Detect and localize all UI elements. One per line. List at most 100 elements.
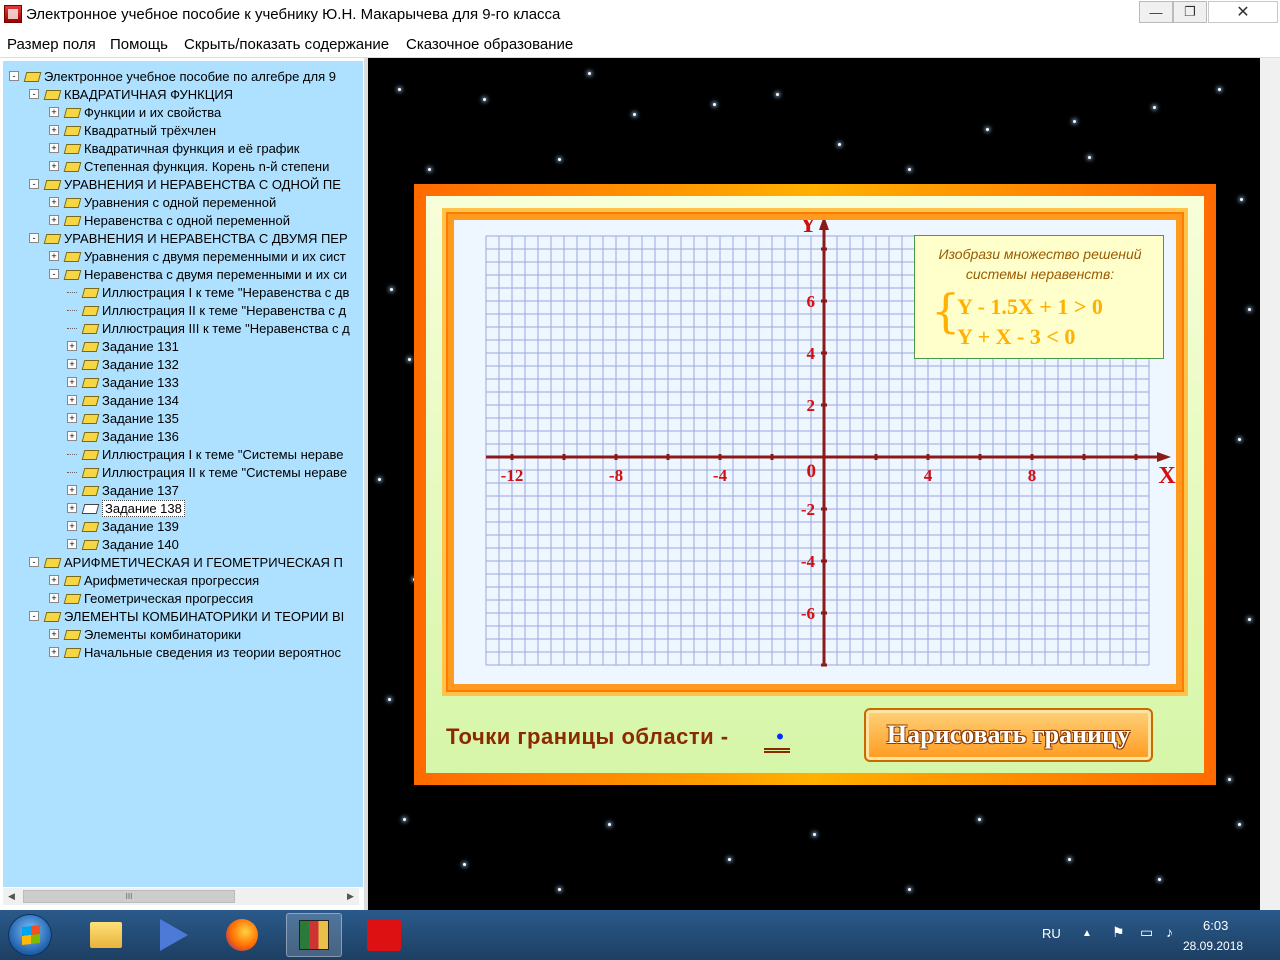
star bbox=[813, 833, 816, 836]
boundary-points-value[interactable]: • bbox=[770, 724, 790, 750]
star bbox=[838, 143, 841, 146]
expand-icon[interactable]: + bbox=[67, 431, 77, 441]
expand-icon[interactable]: + bbox=[67, 521, 77, 531]
collapse-icon[interactable]: - bbox=[29, 557, 39, 567]
expand-icon[interactable]: + bbox=[49, 107, 59, 117]
collapse-icon[interactable]: - bbox=[29, 179, 39, 189]
tree-item[interactable]: + Задание 137 bbox=[67, 481, 179, 499]
tree-item[interactable]: - Электронное учебное пособие по алгебре … bbox=[9, 67, 336, 85]
expand-icon[interactable]: + bbox=[67, 341, 77, 351]
menu-help[interactable]: Помощь bbox=[110, 36, 168, 53]
tree-item[interactable]: + Задание 131 bbox=[67, 337, 179, 355]
tree-item[interactable]: Иллюстрация I к теме "Системы нераве bbox=[67, 445, 343, 463]
app-icon[interactable] bbox=[4, 5, 22, 23]
tree-item[interactable]: + Задание 134 bbox=[67, 391, 179, 409]
clock-date[interactable]: 28.09.2018 bbox=[1183, 939, 1243, 953]
scroll-left-arrow[interactable]: ◀ bbox=[3, 888, 20, 905]
tree-item[interactable]: - УРАВНЕНИЯ И НЕРАВЕНСТВА С ДВУМЯ ПЕР bbox=[29, 229, 348, 247]
taskbar-media-player[interactable] bbox=[146, 913, 202, 957]
tree-item[interactable]: + Задание 138 bbox=[67, 499, 185, 517]
contents-tree[interactable]: - Электронное учебное пособие по алгебре … bbox=[3, 61, 363, 887]
tree-item[interactable]: + Задание 140 bbox=[67, 535, 179, 553]
expand-icon[interactable]: + bbox=[49, 161, 59, 171]
menu-toggle-contents[interactable]: Скрыть/показать содержание bbox=[184, 36, 389, 53]
start-button[interactable] bbox=[8, 914, 52, 956]
expand-icon[interactable]: + bbox=[49, 215, 59, 225]
expand-icon[interactable]: + bbox=[67, 395, 77, 405]
expand-icon[interactable]: + bbox=[49, 575, 59, 585]
books-icon bbox=[299, 920, 329, 950]
tree-item[interactable]: + Неравенства с одной переменной bbox=[49, 211, 290, 229]
tree-item[interactable]: Иллюстрация I к теме "Неравенства с дв bbox=[67, 283, 349, 301]
tree-item[interactable]: + Степенная функция. Корень n-й степени bbox=[49, 157, 329, 175]
tree-item[interactable]: + Квадратичная функция и её график bbox=[49, 139, 299, 157]
collapse-icon[interactable]: - bbox=[29, 89, 39, 99]
menu-field-size[interactable]: Размер поля bbox=[7, 36, 96, 53]
tree-item[interactable]: + Задание 136 bbox=[67, 427, 179, 445]
maximize-button[interactable]: ❐ bbox=[1173, 1, 1207, 23]
close-button[interactable]: ✕ bbox=[1208, 1, 1278, 23]
tree-item[interactable]: + Задание 132 bbox=[67, 355, 179, 373]
tree-item[interactable]: - АРИФМЕТИЧЕСКАЯ И ГЕОМЕТРИЧЕСКАЯ П bbox=[29, 553, 343, 571]
taskbar-firefox[interactable] bbox=[214, 913, 270, 957]
volume-icon[interactable]: ♪ bbox=[1166, 924, 1173, 940]
tree-item[interactable]: + Задание 135 bbox=[67, 409, 179, 427]
tree-item[interactable]: + Квадратный трёхчлен bbox=[49, 121, 216, 139]
network-icon[interactable]: ▭ bbox=[1140, 924, 1153, 941]
flag-icon[interactable]: ⚑ bbox=[1112, 924, 1125, 941]
expand-icon[interactable]: + bbox=[49, 125, 59, 135]
scroll-right-arrow[interactable]: ▶ bbox=[342, 888, 359, 905]
tray-up-arrow-icon[interactable]: ▲ bbox=[1082, 928, 1092, 939]
scroll-thumb[interactable]: III bbox=[23, 890, 235, 903]
clock-time[interactable]: 6:03 bbox=[1203, 918, 1228, 933]
tree-item[interactable]: - УРАВНЕНИЯ И НЕРАВЕНСТВА С ОДНОЙ ПЕ bbox=[29, 175, 341, 193]
taskbar-textbook-app[interactable] bbox=[286, 913, 342, 957]
folder-icon bbox=[90, 922, 122, 948]
tree-item-label: УРАВНЕНИЯ И НЕРАВЕНСТВА С ОДНОЙ ПЕ bbox=[64, 176, 341, 192]
draw-boundary-button[interactable]: Нарисовать границу bbox=[864, 708, 1153, 762]
horizontal-scrollbar[interactable]: ◀ III ▶ bbox=[3, 888, 359, 905]
expand-icon[interactable]: + bbox=[67, 539, 77, 549]
tree-item[interactable]: + Уравнения с двумя переменными и их сист bbox=[49, 247, 346, 265]
expand-icon[interactable]: + bbox=[49, 629, 59, 639]
tree-item[interactable]: + Задание 133 bbox=[67, 373, 179, 391]
language-indicator[interactable]: RU bbox=[1042, 926, 1061, 941]
taskbar-red-app[interactable] bbox=[356, 913, 412, 957]
book-icon bbox=[65, 215, 78, 225]
minimize-button[interactable]: — bbox=[1139, 1, 1173, 23]
expand-icon[interactable]: + bbox=[49, 143, 59, 153]
tree-item[interactable]: - Неравенства с двумя переменными и их си bbox=[49, 265, 347, 283]
y-tick-label: 2 bbox=[807, 396, 816, 415]
expand-icon[interactable]: + bbox=[67, 503, 77, 513]
tree-item[interactable]: + Функции и их свойства bbox=[49, 103, 221, 121]
expand-icon[interactable]: + bbox=[49, 647, 59, 657]
collapse-icon[interactable]: - bbox=[29, 233, 39, 243]
tree-item[interactable]: - КВАДРАТИЧНАЯ ФУНКЦИЯ bbox=[29, 85, 233, 103]
expand-icon[interactable]: + bbox=[67, 359, 77, 369]
star bbox=[1228, 778, 1231, 781]
tree-item[interactable]: + Геометрическая прогрессия bbox=[49, 589, 253, 607]
tree-item[interactable]: + Начальные сведения из теории вероятнос bbox=[49, 643, 341, 661]
tree-item[interactable]: Иллюстрация III к теме "Неравенства с д bbox=[67, 319, 350, 337]
tree-item[interactable]: + Задание 139 bbox=[67, 517, 179, 535]
menu-fairy-education[interactable]: Сказочное образование bbox=[406, 36, 573, 53]
tree-item[interactable]: + Арифметическая прогрессия bbox=[49, 571, 259, 589]
expand-icon[interactable]: + bbox=[49, 251, 59, 261]
expand-icon[interactable]: + bbox=[49, 197, 59, 207]
tree-item[interactable]: - ЭЛЕМЕНТЫ КОМБИНАТОРИКИ И ТЕОРИИ ВІ bbox=[29, 607, 344, 625]
tree-item[interactable]: + Уравнения с одной переменной bbox=[49, 193, 276, 211]
tree-item[interactable]: + Элементы комбинаторики bbox=[49, 625, 241, 643]
expand-icon[interactable]: + bbox=[67, 377, 77, 387]
expand-icon[interactable]: + bbox=[67, 413, 77, 423]
collapse-icon[interactable]: - bbox=[9, 71, 19, 81]
tree-item-label: Иллюстрация II к теме "Системы нераве bbox=[102, 464, 348, 480]
collapse-icon[interactable]: - bbox=[29, 611, 39, 621]
book-icon bbox=[65, 629, 78, 639]
collapse-icon[interactable]: - bbox=[49, 269, 59, 279]
expand-icon[interactable]: + bbox=[49, 593, 59, 603]
tree-item[interactable]: Иллюстрация II к теме "Неравенства с д bbox=[67, 301, 346, 319]
taskbar-explorer[interactable] bbox=[78, 913, 134, 957]
vertical-scrollbar[interactable] bbox=[1260, 58, 1280, 910]
tree-item[interactable]: Иллюстрация II к теме "Системы нераве bbox=[67, 463, 347, 481]
expand-icon[interactable]: + bbox=[67, 485, 77, 495]
